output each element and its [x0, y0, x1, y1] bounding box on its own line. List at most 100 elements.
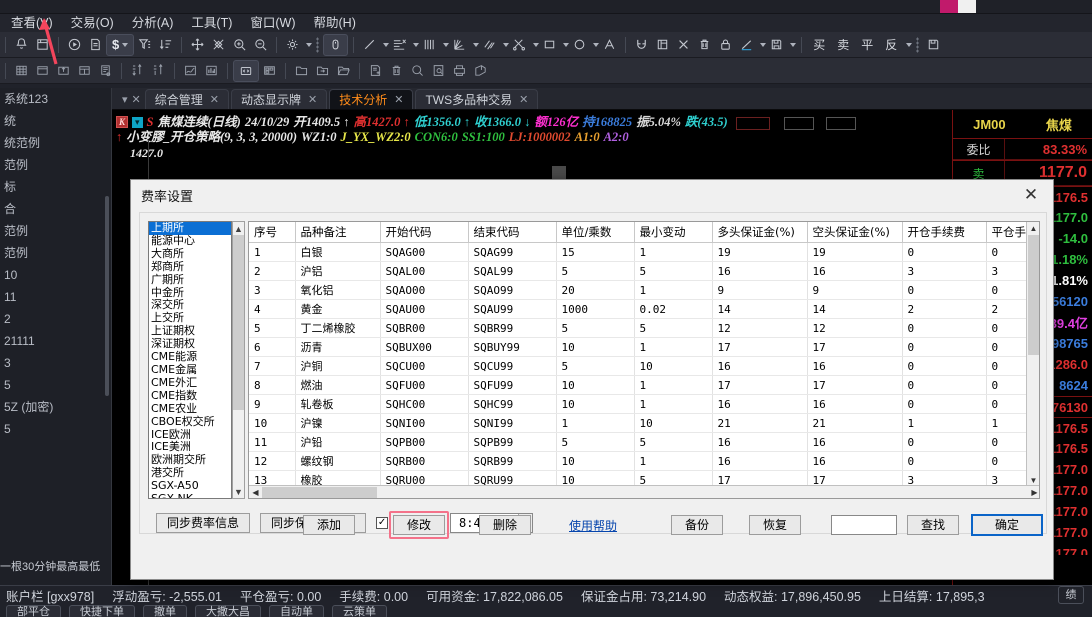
line-icon[interactable] — [359, 34, 380, 56]
play-icon[interactable] — [64, 34, 85, 56]
sidebar-item[interactable]: 21111 — [0, 330, 111, 352]
fee-table-column-header[interactable]: 品种备注 — [295, 222, 381, 243]
search-icon[interactable] — [407, 60, 428, 82]
chevron-right-icon[interactable]: ▶ — [1028, 486, 1039, 498]
status-continue-button[interactable]: 绩 — [1058, 586, 1084, 604]
sidebar-item[interactable]: 5 — [0, 418, 111, 440]
layout-icon[interactable] — [259, 60, 280, 82]
folder-open-icon[interactable] — [333, 60, 354, 82]
print-icon[interactable] — [449, 60, 470, 82]
table-horizontal-scrollbar[interactable]: ◀ ▶ — [249, 485, 1039, 498]
sidebar-item[interactable]: 2 — [0, 308, 111, 330]
chevron-down-icon[interactable] — [122, 42, 129, 47]
status-action-button[interactable]: 快捷下单 — [69, 604, 135, 617]
curve-icon[interactable] — [180, 60, 201, 82]
menu-item-window[interactable]: 窗口(W) — [241, 14, 304, 32]
parallel-icon[interactable] — [479, 34, 500, 56]
table-row[interactable]: 11沪铅SQPB00SQPB99551616000 — [249, 432, 1039, 452]
menu-item-help[interactable]: 帮助(H) — [305, 14, 365, 32]
exchange-list-item[interactable]: SGX-NK — [149, 492, 231, 498]
table-row[interactable]: 2沪铝SQAL00SQAL99551616330 — [249, 261, 1039, 281]
fee-table-column-header[interactable]: 最小变动 — [634, 222, 713, 243]
grid-icon[interactable] — [11, 60, 32, 82]
close-icon[interactable]: ✕ — [210, 93, 219, 106]
sidebar-item[interactable]: 范例 — [0, 154, 111, 176]
sidebar-item[interactable]: 范例 — [0, 242, 111, 264]
table-row[interactable]: 4黄金SQAU00SQAU9910000.021414220 — [249, 299, 1039, 319]
table-vertical-scrollbar[interactable]: ▲ ▼ — [1026, 222, 1039, 487]
copy-icon[interactable] — [652, 34, 673, 56]
exchange-list-item[interactable]: CME农业 — [149, 402, 231, 416]
close-icon[interactable]: ✕ — [394, 93, 403, 106]
menu-item-view[interactable]: 查看(V) — [2, 14, 62, 32]
report-icon[interactable] — [365, 60, 386, 82]
fee-table-column-header[interactable]: 序号 — [249, 222, 296, 243]
help-link[interactable]: 使用帮助 — [569, 517, 617, 534]
fee-table-column-header[interactable]: 开仓手续费 — [902, 222, 987, 243]
sidebar-item[interactable]: 5 — [0, 374, 111, 396]
tab-2[interactable]: 技术分析 ✕ — [329, 89, 414, 109]
close-icon[interactable]: ✕ — [308, 93, 317, 106]
status-action-button[interactable]: 大撒大昌 — [195, 604, 261, 617]
sort-icon[interactable] — [155, 34, 176, 56]
restore-button[interactable]: 恢复 — [749, 515, 801, 535]
exchange-list-item[interactable]: CME外汇 — [149, 376, 231, 390]
filter-icon[interactable] — [134, 34, 155, 56]
exchange-list-scrollbar[interactable]: ▲ ▼ — [232, 221, 245, 499]
sidebar-item[interactable]: 3 — [0, 352, 111, 374]
tab-1[interactable]: 动态显示牌 ✕ — [230, 89, 328, 109]
table-row[interactable]: 8燃油SQFU00SQFU991011717000 — [249, 375, 1039, 395]
sidebar-item[interactable]: 统范例 — [0, 132, 111, 154]
move-icon[interactable] — [187, 34, 208, 56]
exchange-list-item[interactable]: 郑商所 — [149, 260, 231, 274]
flat-button[interactable]: 平 — [855, 36, 879, 53]
tab-0[interactable]: 综合管理 ✕ — [144, 89, 229, 109]
angle-icon[interactable] — [736, 34, 757, 56]
reverse-button[interactable]: 反 — [879, 36, 903, 53]
code-icon[interactable] — [233, 59, 259, 82]
sidebar-item[interactable]: 合 — [0, 198, 111, 220]
close-icon[interactable]: ✕ — [132, 93, 145, 109]
exchange-list-item[interactable]: 大商所 — [149, 247, 231, 261]
table-row[interactable]: 6沥青SQBUX00SQBUY991011717000 — [249, 337, 1039, 357]
tab-3[interactable]: TWS多品种交易 ✕ — [415, 89, 539, 109]
sell-button[interactable]: 卖 — [831, 36, 855, 53]
zoom-out-icon[interactable] — [250, 34, 271, 56]
sort-asc-icon[interactable] — [127, 60, 148, 82]
crosshair-icon[interactable] — [208, 34, 229, 56]
exchange-list[interactable]: 上期所 能源中心 大商所 郑商所 广期所 中金所 深交所 上交所 上证期权 深证期权 CME能源 CM… — [148, 221, 232, 499]
delete-button[interactable]: 删除 — [479, 515, 531, 535]
fee-table-column-header[interactable]: 空头保证金(%) — [807, 222, 903, 243]
menu-item-trade[interactable]: 交易(O) — [62, 14, 123, 32]
status-action-button[interactable]: 云策单 — [332, 604, 387, 617]
document-icon[interactable] — [85, 34, 106, 56]
trash2-icon[interactable] — [386, 60, 407, 82]
exchange-list-item[interactable]: CME指数 — [149, 389, 231, 403]
mouse-icon[interactable] — [323, 33, 349, 56]
sidebar-item[interactable]: 标 — [0, 176, 111, 198]
toolbar-grip[interactable] — [916, 36, 920, 53]
exchange-list-item[interactable]: 上期所 — [149, 222, 231, 235]
exchange-list-item[interactable]: 能源中心 — [149, 234, 231, 248]
magnet-icon[interactable] — [631, 34, 652, 56]
status-action-button[interactable]: 自动单 — [269, 604, 324, 617]
bars-icon[interactable] — [419, 34, 440, 56]
table-row[interactable]: 1白银SQAG00SQAG991511919000 — [249, 242, 1039, 262]
sidebar-item[interactable]: 10 — [0, 264, 111, 286]
status-action-button[interactable]: 部平仓 — [6, 604, 61, 617]
chevron-up-icon[interactable]: ▲ — [233, 222, 244, 235]
sidebar-item[interactable]: 统 — [0, 110, 111, 132]
percent-icon[interactable] — [389, 34, 410, 56]
sidebar-item[interactable]: 范例 — [0, 220, 111, 242]
add-button[interactable]: 添加 — [303, 515, 355, 535]
save-icon[interactable] — [766, 34, 787, 56]
gear-icon[interactable] — [282, 34, 303, 56]
folder-icon[interactable] — [291, 60, 312, 82]
text-icon[interactable] — [599, 34, 620, 56]
chevron-down-icon[interactable] — [790, 42, 797, 47]
folder-in-icon[interactable] — [312, 60, 333, 82]
exchange-list-item[interactable]: CME金属 — [149, 363, 231, 377]
fee-table-column-header[interactable]: 开始代码 — [380, 222, 469, 243]
find-doc-icon[interactable] — [428, 60, 449, 82]
modify-button[interactable]: 修改 — [393, 515, 445, 535]
